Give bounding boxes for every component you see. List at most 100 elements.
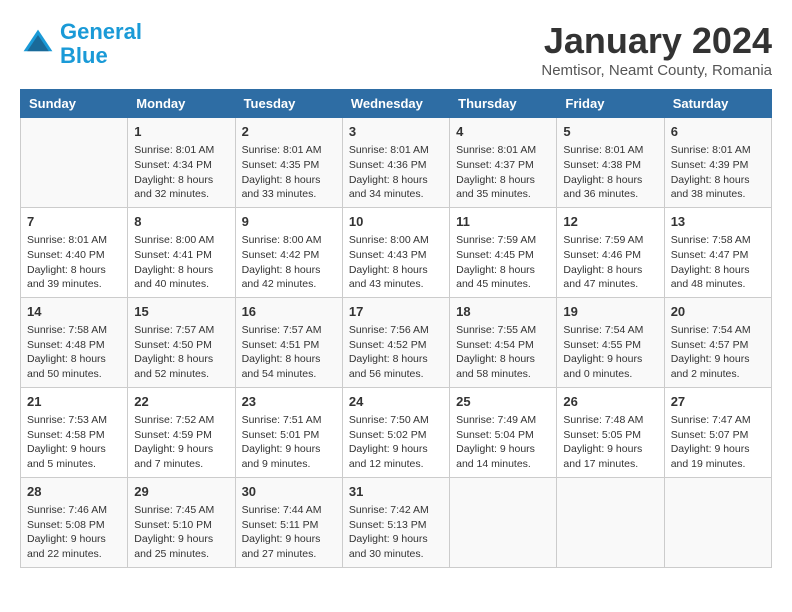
day-number: 25 <box>456 393 550 411</box>
day-number: 11 <box>456 213 550 231</box>
calendar-cell: 12 Sunrise: 7:59 AM Sunset: 4:46 PM Dayli… <box>557 207 664 297</box>
day-number: 16 <box>242 303 336 321</box>
calendar-cell: 13 Sunrise: 7:58 AM Sunset: 4:47 PM Dayli… <box>664 207 771 297</box>
weekday-header-friday: Friday <box>557 90 664 118</box>
calendar-cell: 4 Sunrise: 8:01 AM Sunset: 4:37 PM Daylig… <box>450 118 557 208</box>
calendar-cell: 8Sunrise: 8:00 AM Sunset: 4:41 PM Daylig… <box>128 207 235 297</box>
calendar-cell: 3 Sunrise: 8:01 AM Sunset: 4:36 PM Daylig… <box>342 118 449 208</box>
day-number: 20 <box>671 303 765 321</box>
logo-text: General Blue <box>60 20 142 68</box>
logo-line2: Blue <box>60 43 108 68</box>
day-number: 4 <box>456 123 550 141</box>
day-info: Sunrise: 7:48 AM Sunset: 5:05 PM Dayligh… <box>563 413 657 472</box>
calendar-week-4: 21 Sunrise: 7:53 AM Sunset: 4:58 PM Dayli… <box>21 387 772 477</box>
day-number: 31 <box>349 483 443 501</box>
day-number: 21 <box>27 393 121 411</box>
weekday-header-thursday: Thursday <box>450 90 557 118</box>
day-info: Sunrise: 7:50 AM Sunset: 5:02 PM Dayligh… <box>349 413 443 472</box>
calendar-cell: 18 Sunrise: 7:55 AM Sunset: 4:54 PM Dayli… <box>450 297 557 387</box>
day-info: Sunrise: 7:53 AM Sunset: 4:58 PM Dayligh… <box>27 413 121 472</box>
day-number: 12 <box>563 213 657 231</box>
calendar-cell: 26Sunrise: 7:48 AM Sunset: 5:05 PM Dayli… <box>557 387 664 477</box>
day-info: Sunrise: 8:01 AM Sunset: 4:36 PM Dayligh… <box>349 143 443 202</box>
calendar-cell: 2Sunrise: 8:01 AM Sunset: 4:35 PM Daylig… <box>235 118 342 208</box>
day-number: 13 <box>671 213 765 231</box>
day-info: Sunrise: 7:52 AM Sunset: 4:59 PM Dayligh… <box>134 413 228 472</box>
calendar-cell: 29Sunrise: 7:45 AM Sunset: 5:10 PM Dayli… <box>128 477 235 567</box>
calendar-cell: 14 Sunrise: 7:58 AM Sunset: 4:48 PM Dayli… <box>21 297 128 387</box>
calendar-cell: 24 Sunrise: 7:50 AM Sunset: 5:02 PM Dayli… <box>342 387 449 477</box>
day-info: Sunrise: 7:46 AM Sunset: 5:08 PM Dayligh… <box>27 503 121 562</box>
title-block: January 2024 Nemtisor, Neamt County, Rom… <box>541 20 772 79</box>
calendar-cell: 7 Sunrise: 8:01 AM Sunset: 4:40 PM Daylig… <box>21 207 128 297</box>
weekday-header-saturday: Saturday <box>664 90 771 118</box>
day-info: Sunrise: 7:56 AM Sunset: 4:52 PM Dayligh… <box>349 323 443 382</box>
logo: General Blue <box>20 20 142 68</box>
logo-icon <box>20 26 56 62</box>
calendar-cell: 23 Sunrise: 7:51 AM Sunset: 5:01 PM Dayli… <box>235 387 342 477</box>
day-info: Sunrise: 8:00 AM Sunset: 4:41 PM Dayligh… <box>134 233 228 292</box>
day-number: 7 <box>27 213 121 231</box>
day-number: 23 <box>242 393 336 411</box>
day-info: Sunrise: 7:58 AM Sunset: 4:47 PM Dayligh… <box>671 233 765 292</box>
day-info: Sunrise: 8:01 AM Sunset: 4:38 PM Dayligh… <box>563 143 657 202</box>
calendar-table: SundayMondayTuesdayWednesdayThursdayFrid… <box>20 89 772 568</box>
day-number: 10 <box>349 213 443 231</box>
day-number: 5 <box>563 123 657 141</box>
day-number: 24 <box>349 393 443 411</box>
day-number: 22 <box>134 393 228 411</box>
day-info: Sunrise: 8:01 AM Sunset: 4:34 PM Dayligh… <box>134 143 228 202</box>
calendar-week-3: 14 Sunrise: 7:58 AM Sunset: 4:48 PM Dayli… <box>21 297 772 387</box>
day-info: Sunrise: 7:59 AM Sunset: 4:45 PM Dayligh… <box>456 233 550 292</box>
calendar-cell: 10 Sunrise: 8:00 AM Sunset: 4:43 PM Dayli… <box>342 207 449 297</box>
day-number: 18 <box>456 303 550 321</box>
calendar-cell <box>557 477 664 567</box>
calendar-cell <box>21 118 128 208</box>
weekday-header-row: SundayMondayTuesdayWednesdayThursdayFrid… <box>21 90 772 118</box>
day-number: 17 <box>349 303 443 321</box>
weekday-header-wednesday: Wednesday <box>342 90 449 118</box>
weekday-header-monday: Monday <box>128 90 235 118</box>
day-number: 28 <box>27 483 121 501</box>
day-info: Sunrise: 7:55 AM Sunset: 4:54 PM Dayligh… <box>456 323 550 382</box>
day-info: Sunrise: 7:45 AM Sunset: 5:10 PM Dayligh… <box>134 503 228 562</box>
calendar-week-1: 1Sunrise: 8:01 AM Sunset: 4:34 PM Daylig… <box>21 118 772 208</box>
calendar-title: January 2024 <box>541 20 772 62</box>
calendar-cell: 9Sunrise: 8:00 AM Sunset: 4:42 PM Daylig… <box>235 207 342 297</box>
day-info: Sunrise: 8:01 AM Sunset: 4:39 PM Dayligh… <box>671 143 765 202</box>
day-info: Sunrise: 7:42 AM Sunset: 5:13 PM Dayligh… <box>349 503 443 562</box>
day-info: Sunrise: 7:57 AM Sunset: 4:51 PM Dayligh… <box>242 323 336 382</box>
calendar-cell: 1Sunrise: 8:01 AM Sunset: 4:34 PM Daylig… <box>128 118 235 208</box>
day-info: Sunrise: 7:54 AM Sunset: 4:55 PM Dayligh… <box>563 323 657 382</box>
day-number: 19 <box>563 303 657 321</box>
day-number: 3 <box>349 123 443 141</box>
day-number: 27 <box>671 393 765 411</box>
day-info: Sunrise: 7:58 AM Sunset: 4:48 PM Dayligh… <box>27 323 121 382</box>
day-number: 9 <box>242 213 336 231</box>
day-info: Sunrise: 7:47 AM Sunset: 5:07 PM Dayligh… <box>671 413 765 472</box>
day-info: Sunrise: 8:01 AM Sunset: 4:40 PM Dayligh… <box>27 233 121 292</box>
day-info: Sunrise: 7:57 AM Sunset: 4:50 PM Dayligh… <box>134 323 228 382</box>
calendar-cell: 25 Sunrise: 7:49 AM Sunset: 5:04 PM Dayli… <box>450 387 557 477</box>
calendar-cell: 28 Sunrise: 7:46 AM Sunset: 5:08 PM Dayli… <box>21 477 128 567</box>
calendar-cell: 22 Sunrise: 7:52 AM Sunset: 4:59 PM Dayli… <box>128 387 235 477</box>
calendar-cell <box>450 477 557 567</box>
day-number: 6 <box>671 123 765 141</box>
calendar-cell: 17 Sunrise: 7:56 AM Sunset: 4:52 PM Dayli… <box>342 297 449 387</box>
day-number: 14 <box>27 303 121 321</box>
page-header: General Blue January 2024 Nemtisor, Neam… <box>20 20 772 79</box>
day-info: Sunrise: 8:01 AM Sunset: 4:37 PM Dayligh… <box>456 143 550 202</box>
calendar-week-2: 7 Sunrise: 8:01 AM Sunset: 4:40 PM Daylig… <box>21 207 772 297</box>
calendar-cell: 31 Sunrise: 7:42 AM Sunset: 5:13 PM Dayli… <box>342 477 449 567</box>
calendar-cell: 16 Sunrise: 7:57 AM Sunset: 4:51 PM Dayli… <box>235 297 342 387</box>
day-info: Sunrise: 7:51 AM Sunset: 5:01 PM Dayligh… <box>242 413 336 472</box>
day-info: Sunrise: 7:49 AM Sunset: 5:04 PM Dayligh… <box>456 413 550 472</box>
calendar-cell: 11 Sunrise: 7:59 AM Sunset: 4:45 PM Dayli… <box>450 207 557 297</box>
calendar-subtitle: Nemtisor, Neamt County, Romania <box>541 62 772 79</box>
calendar-cell: 15Sunrise: 7:57 AM Sunset: 4:50 PM Dayli… <box>128 297 235 387</box>
calendar-cell: 20 Sunrise: 7:54 AM Sunset: 4:57 PM Dayli… <box>664 297 771 387</box>
day-info: Sunrise: 7:59 AM Sunset: 4:46 PM Dayligh… <box>563 233 657 292</box>
day-info: Sunrise: 8:00 AM Sunset: 4:43 PM Dayligh… <box>349 233 443 292</box>
day-info: Sunrise: 8:01 AM Sunset: 4:35 PM Dayligh… <box>242 143 336 202</box>
day-info: Sunrise: 7:54 AM Sunset: 4:57 PM Dayligh… <box>671 323 765 382</box>
